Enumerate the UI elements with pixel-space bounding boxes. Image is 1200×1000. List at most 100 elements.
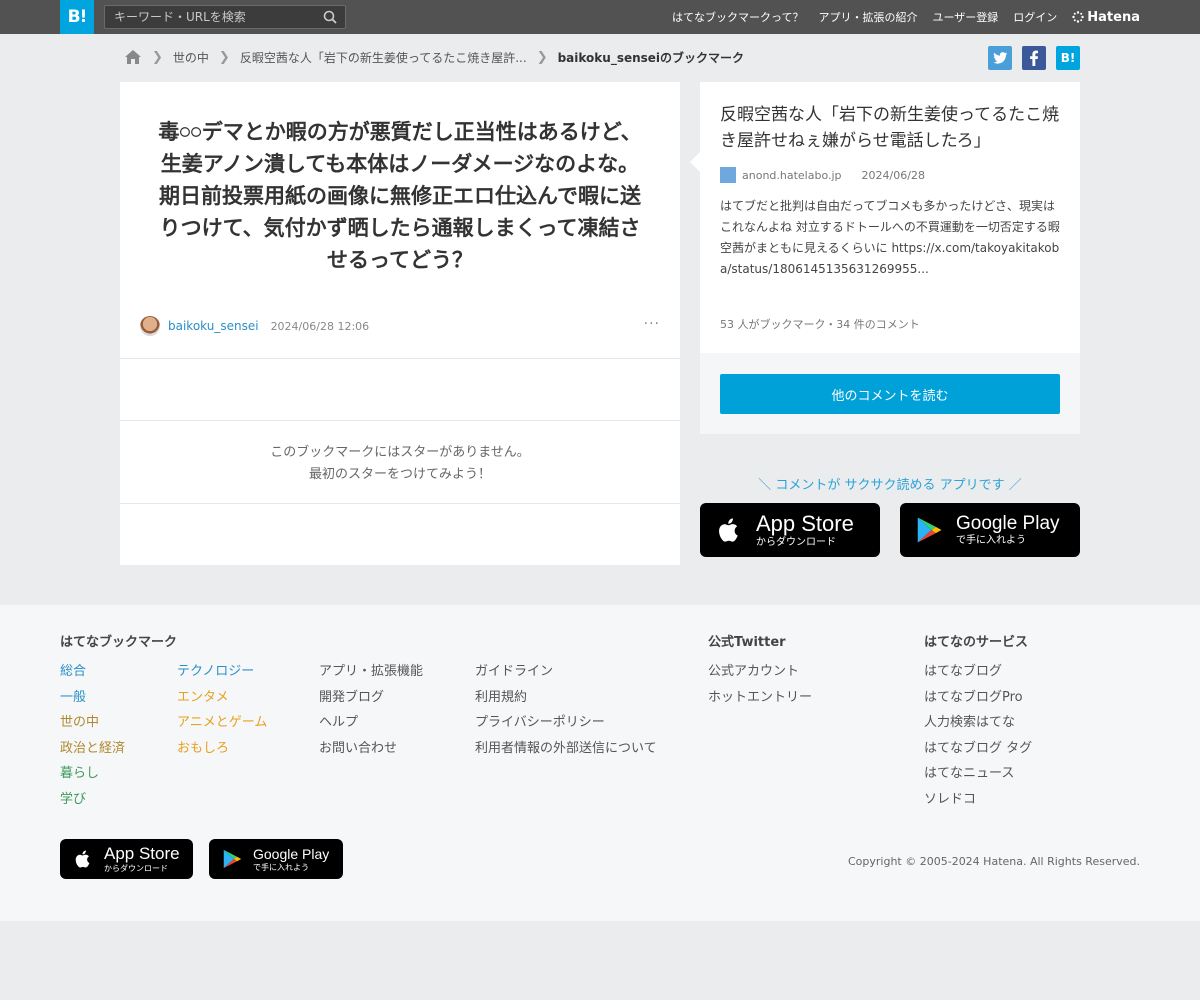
facebook-share-button[interactable] xyxy=(1022,46,1046,70)
apple-icon xyxy=(719,518,738,542)
footer-app-store-label: App Store xyxy=(104,844,180,863)
footer-link[interactable]: プライバシーポリシー xyxy=(475,710,657,736)
footer-category-link[interactable]: 総合 xyxy=(60,659,125,685)
nav-register[interactable]: ユーザー登録 xyxy=(933,9,999,25)
more-options-icon[interactable]: ··· xyxy=(644,316,660,332)
footer-link[interactable]: アプリ・拡張機能 xyxy=(319,659,423,685)
google-play-label: Google Play xyxy=(956,513,1060,534)
footer-title-services: はてなのサービス xyxy=(924,635,1029,650)
copyright: Copyright © 2005-2024 Hatena. All Rights… xyxy=(847,855,1140,868)
chevron-right-icon: ❯ xyxy=(152,49,163,65)
chevron-right-icon: ❯ xyxy=(218,49,230,65)
username-link[interactable]: baikoku_sensei xyxy=(168,319,259,333)
app-promo-text: ＼ コメントが サクサク読める アプリです ／ xyxy=(758,478,1022,493)
hatena-dots-icon xyxy=(1072,11,1084,23)
footer: はてなブックマーク 総合 一般 世の中 政治と経済 暮らし 学び テクノロジー … xyxy=(0,605,1200,921)
no-star-line-1: このブックマークにはスターがありません。 xyxy=(270,445,530,460)
hatena-bookmark-share-button[interactable]: B! xyxy=(1056,46,1080,70)
entry-title[interactable]: 反暇空茜な人「岩下の新生姜使ってるたこ焼き屋許せねぇ嫌がらせ電話したろ」 xyxy=(720,102,1065,154)
footer-twitter-links: 公式アカウント ホットエントリー xyxy=(708,659,812,710)
bookmark-timestamp[interactable]: 2024/06/28 12:06 xyxy=(271,320,370,333)
site-favicon-icon xyxy=(720,167,736,183)
footer-categories-a: 総合 一般 世の中 政治と経済 暮らし 学び xyxy=(60,659,125,812)
footer-links-c: アプリ・拡張機能 開発ブログ ヘルプ お問い合わせ xyxy=(319,659,423,761)
footer-categories-b: テクノロジー エンタメ アニメとゲーム おもしろ xyxy=(177,659,267,761)
avatar[interactable] xyxy=(140,316,160,336)
entry-domain[interactable]: anond.hatelabo.jp xyxy=(742,169,842,182)
google-play-sublabel: で手に入れよう xyxy=(956,535,1026,546)
no-star-line-2: 最初のスターをつけてみよう！ xyxy=(308,467,491,482)
footer-link[interactable]: 利用者情報の外部送信について xyxy=(475,736,657,762)
home-icon[interactable] xyxy=(124,48,142,66)
google-play-icon xyxy=(917,517,942,543)
footer-link[interactable]: ヘルプ xyxy=(319,710,423,736)
breadcrumb: ❯ 世の中 ❯ 反暇空茜な人「岩下の新生姜使ってるたこ焼き屋許... ❯ bai… xyxy=(124,46,744,68)
footer-category-link[interactable]: アニメとゲーム xyxy=(177,710,267,736)
search-icon[interactable] xyxy=(323,10,337,24)
bookmark-comment: 毒𓏸𓏸デマとか暇の方が悪質だし正当性はあるけど、生姜アノン潰しても本体はノーダメ… xyxy=(158,120,642,272)
footer-category-link[interactable]: 世の中 xyxy=(60,710,125,736)
divider xyxy=(120,503,680,504)
footer-category-link[interactable]: 学び xyxy=(60,787,125,813)
chevron-right-icon: ❯ xyxy=(536,49,548,65)
breadcrumb-category[interactable]: 世の中 xyxy=(173,49,209,66)
card-pointer xyxy=(690,152,700,172)
hatena-brand-text: Hatena xyxy=(1087,9,1140,25)
footer-category-link[interactable]: 一般 xyxy=(60,685,125,711)
google-play-badge[interactable]: Google Play で手に入れよう xyxy=(900,503,1080,557)
search-box[interactable] xyxy=(104,5,346,29)
footer-app-store-badge[interactable]: App Store からダウンロード xyxy=(60,839,193,879)
footer-title-twitter: 公式Twitter xyxy=(708,635,786,650)
divider xyxy=(120,358,680,359)
entry-meta: anond.hatelabo.jp 2024/06/28 xyxy=(720,167,925,183)
entry-description: はてブだと批判は自由だってブコメも多かったけどさ、現実はこれなんよね 対立するド… xyxy=(720,199,1060,276)
read-other-comments-button[interactable]: 他のコメントを読む xyxy=(720,374,1060,414)
entry-card: 反暇空茜な人「岩下の新生姜使ってるたこ焼き屋許せねぇ嫌がらせ電話したろ」 ano… xyxy=(690,82,1080,353)
app-store-sublabel: からダウンロード xyxy=(756,536,836,548)
footer-category-link[interactable]: おもしろ xyxy=(177,736,267,762)
bookmark-card: 毒𓏸𓏸デマとか暇の方が悪質だし正当性はあるけど、生姜アノン潰しても本体はノーダメ… xyxy=(120,82,680,565)
facebook-icon xyxy=(1030,50,1038,66)
apple-icon xyxy=(75,850,90,868)
top-bar: B! はてなブックマークって？ アプリ・拡張の紹介 ユーザー登録 ログイン Ha… xyxy=(0,0,1200,34)
footer-category-link[interactable]: 暮らし xyxy=(60,761,125,787)
hatena-logo[interactable]: Hatena xyxy=(1072,10,1140,25)
footer-category-link[interactable]: テクノロジー xyxy=(177,659,267,685)
footer-link[interactable]: ソレドコ xyxy=(924,787,1032,813)
footer-link[interactable]: ガイドライン xyxy=(475,659,657,685)
footer-link[interactable]: はてなブログPro xyxy=(924,685,1032,711)
footer-link[interactable]: ホットエントリー xyxy=(708,685,812,711)
footer-services-links: はてなブログ はてなブログPro 人力検索はてな はてなブログ タグ はてなニュ… xyxy=(924,659,1032,812)
google-play-icon xyxy=(223,849,242,869)
footer-link[interactable]: はてなブログ xyxy=(924,659,1032,685)
footer-link[interactable]: お問い合わせ xyxy=(319,736,423,762)
entry-bookmark-count[interactable]: 53 人がブックマーク・34 件のコメント xyxy=(720,316,920,332)
top-nav: はてなブックマークって？ アプリ・拡張の紹介 ユーザー登録 ログイン Haten… xyxy=(672,0,1140,34)
footer-link[interactable]: はてなブログ タグ xyxy=(924,736,1032,762)
footer-category-link[interactable]: エンタメ xyxy=(177,685,267,711)
twitter-share-button[interactable] xyxy=(988,46,1012,70)
breadcrumb-current: baikoku_senseiのブックマーク xyxy=(557,50,745,65)
footer-app-store-sublabel: からダウンロード xyxy=(104,864,168,873)
footer-link[interactable]: 利用規約 xyxy=(475,685,657,711)
twitter-icon xyxy=(993,52,1008,64)
footer-link[interactable]: はてなニュース xyxy=(924,761,1032,787)
footer-google-play-sublabel: で手に入れよう xyxy=(253,862,309,872)
breadcrumb-entry[interactable]: 反暇空茜な人「岩下の新生姜使ってるたこ焼き屋許... xyxy=(240,49,527,66)
footer-category-link[interactable]: 政治と経済 xyxy=(60,736,125,762)
nav-login[interactable]: ログイン xyxy=(1013,9,1057,25)
footer-link[interactable]: 人力検索はてな xyxy=(924,710,1032,736)
footer-link[interactable]: 開発ブログ xyxy=(319,685,423,711)
app-store-badge[interactable]: App Store からダウンロード xyxy=(700,503,880,557)
footer-google-play-label: Google Play xyxy=(253,845,330,862)
nav-apps[interactable]: アプリ・拡張の紹介 xyxy=(819,9,918,25)
footer-link[interactable]: 公式アカウント xyxy=(708,659,812,685)
bookmark-meta: baikoku_sensei 2024/06/28 12:06 ··· xyxy=(140,316,660,336)
hatena-bookmark-logo[interactable]: B! xyxy=(60,0,94,34)
footer-links-d: ガイドライン 利用規約 プライバシーポリシー 利用者情報の外部送信について xyxy=(475,659,657,761)
nav-about[interactable]: はてなブックマークって？ xyxy=(672,9,803,25)
entry-card-footer: 他のコメントを読む xyxy=(700,353,1080,434)
footer-google-play-badge[interactable]: Google Play で手に入れよう xyxy=(209,839,343,879)
entry-date: 2024/06/28 xyxy=(861,168,925,182)
search-input[interactable] xyxy=(105,6,315,28)
